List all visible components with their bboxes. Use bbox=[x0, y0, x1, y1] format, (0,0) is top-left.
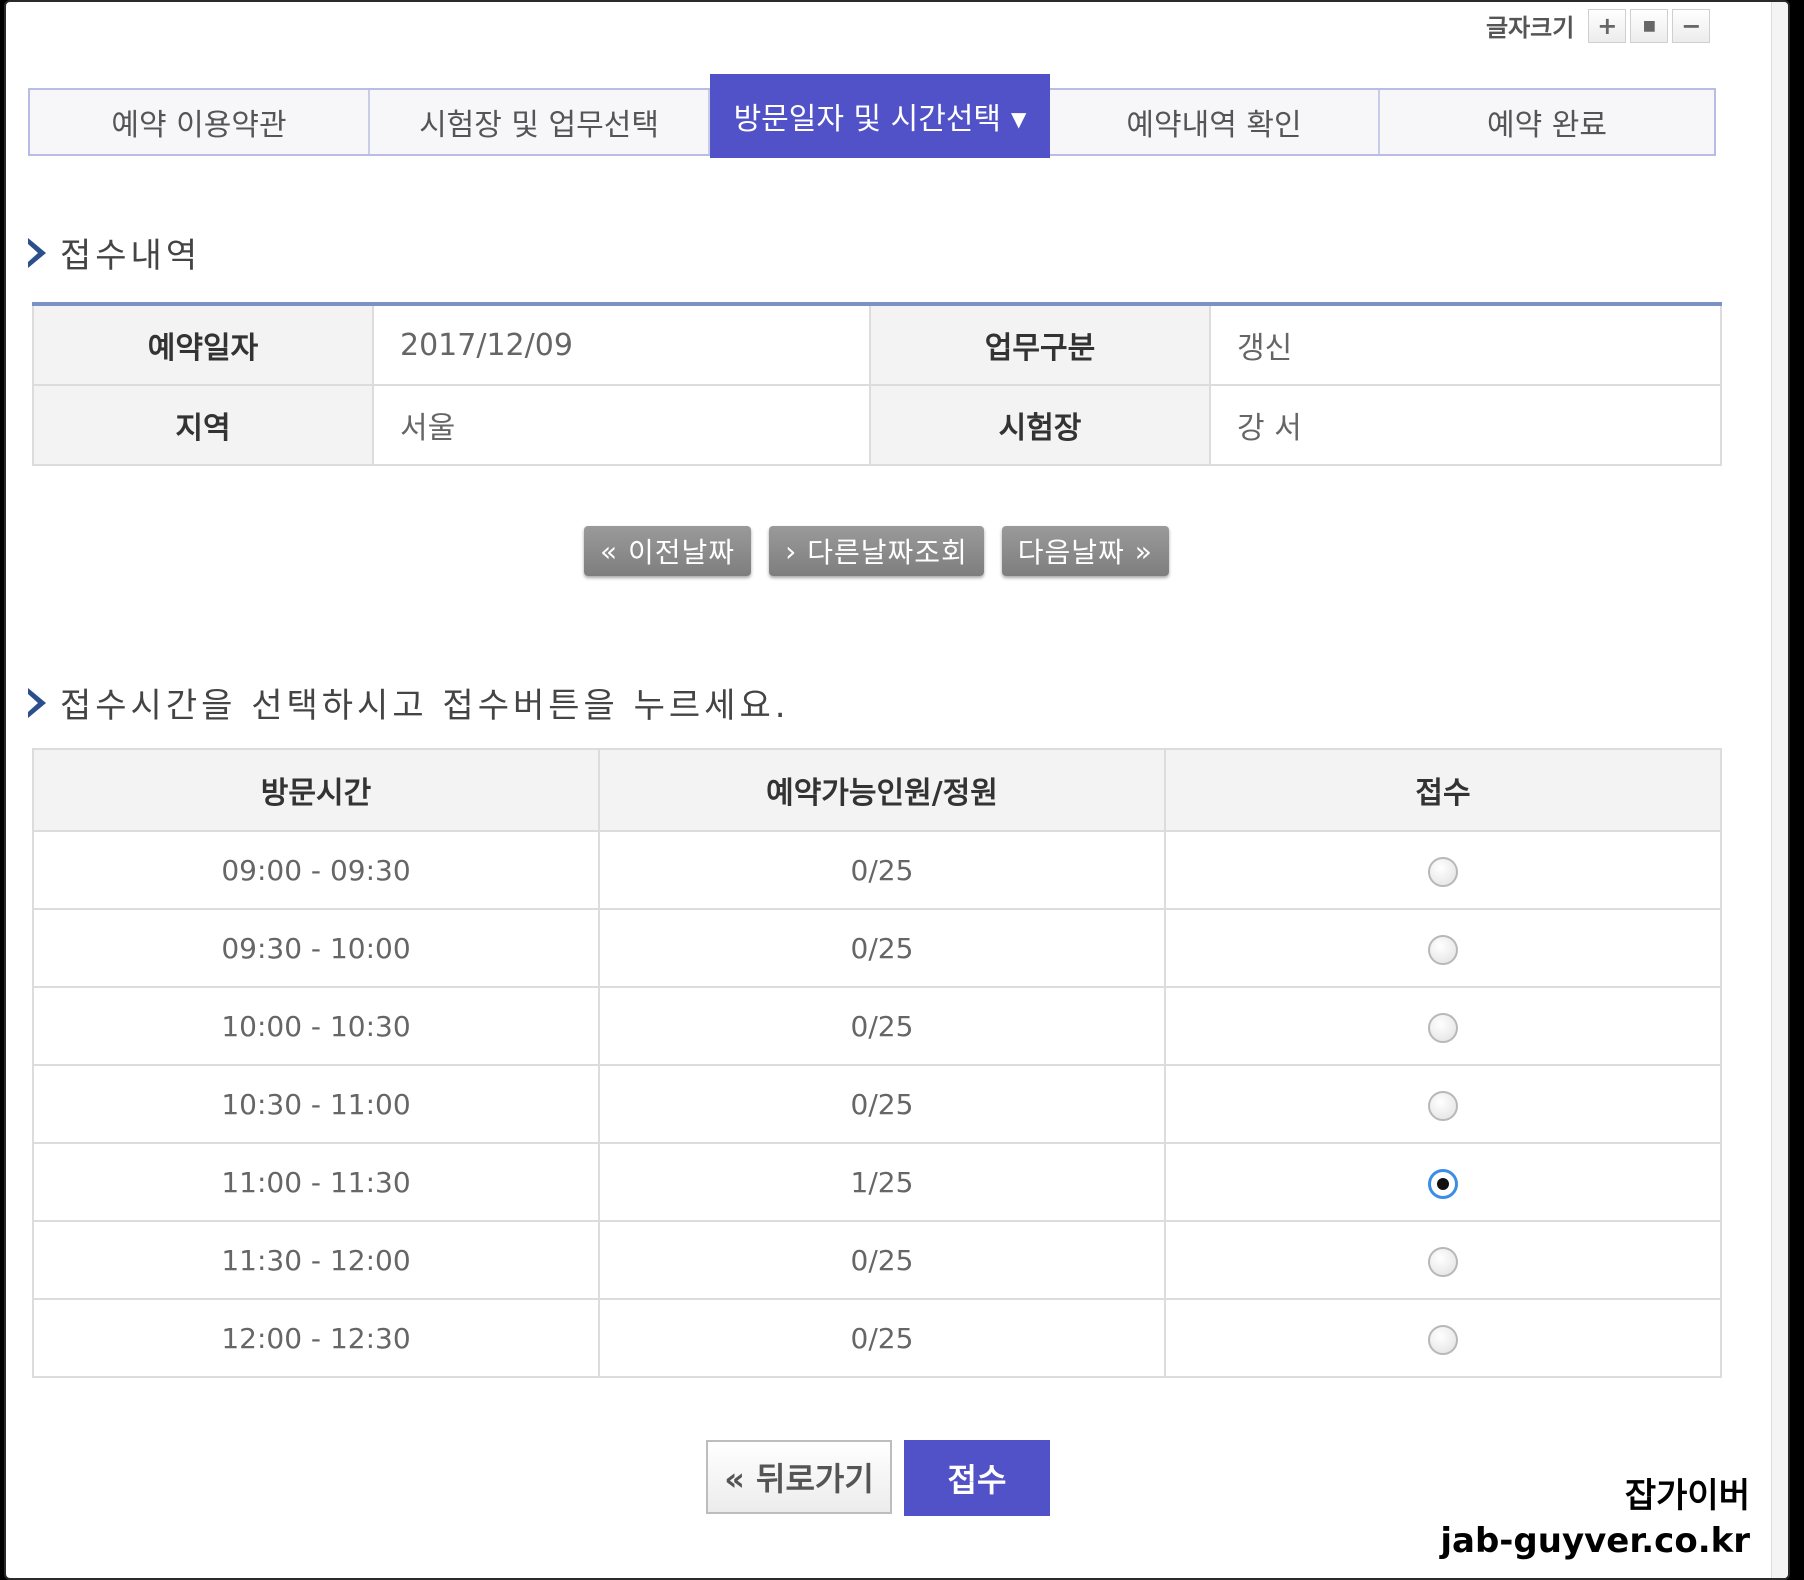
reservation-date-header: 예약일자 bbox=[32, 303, 374, 386]
receipt-table: 예약일자 2017/12/09 업무구분 갱신 지역 서울 시험장 강 서 bbox=[32, 302, 1722, 466]
prev-date-button[interactable]: « 이전날짜 bbox=[584, 526, 752, 576]
submit-button[interactable]: 접수 bbox=[904, 1440, 1050, 1516]
table-row: 예약일자 2017/12/09 업무구분 갱신 bbox=[32, 303, 1722, 386]
other-date-button[interactable]: › 다른날짜조회 bbox=[769, 526, 984, 576]
select-cell bbox=[1164, 1142, 1722, 1222]
receipt-section-title: 접수내역 bbox=[28, 228, 201, 277]
arrow-bullet-icon bbox=[28, 237, 46, 268]
step-label: 예약내역 확인 bbox=[1126, 108, 1302, 143]
time-header: 방문시간 bbox=[32, 748, 600, 832]
time-slot-radio[interactable] bbox=[1428, 1012, 1458, 1043]
watermark-url: jab-guyver.co.kr bbox=[1440, 1521, 1750, 1561]
back-button[interactable]: « 뒤로가기 bbox=[706, 1440, 892, 1514]
time-slot-radio-selected[interactable] bbox=[1428, 1168, 1458, 1199]
select-cell bbox=[1164, 908, 1722, 988]
region-value: 서울 bbox=[372, 384, 871, 466]
table-header-row: 방문시간 예약가능인원/정원 접수 bbox=[32, 748, 1722, 832]
step-site-select: 시험장 및 업무선택 bbox=[370, 90, 710, 154]
button-label: 다른날짜조회 bbox=[807, 536, 968, 569]
step-tabs: 예약 이용약관 시험장 및 업무선택 방문일자 및 시간선택 ▼ 예약내역 확인 … bbox=[28, 74, 1716, 158]
step-label: 시험장 및 업무선택 bbox=[419, 108, 659, 143]
table-row: 12:00 - 12:30 0/25 bbox=[32, 1298, 1722, 1378]
table-row: 11:30 - 12:00 0/25 bbox=[32, 1220, 1722, 1300]
capacity-cell: 0/25 bbox=[598, 1298, 1166, 1378]
select-cell bbox=[1164, 1298, 1722, 1378]
step-date-time: 방문일자 및 시간선택 ▼ bbox=[710, 74, 1050, 158]
instruction-text: 접수시간을 선택하시고 접수버튼을 누르세요. bbox=[60, 686, 790, 726]
capacity-cell: 0/25 bbox=[598, 986, 1166, 1066]
test-site-header: 시험장 bbox=[869, 384, 1211, 466]
test-site-value: 강 서 bbox=[1209, 384, 1722, 466]
region-header: 지역 bbox=[32, 384, 374, 466]
select-cell bbox=[1164, 986, 1722, 1066]
time-slot-radio[interactable] bbox=[1428, 1090, 1458, 1121]
capacity-cell: 0/25 bbox=[598, 1220, 1166, 1300]
step-label: 예약 완료 bbox=[1487, 108, 1607, 143]
section-title-text: 접수내역 bbox=[60, 236, 202, 276]
time-cell: 09:30 - 10:00 bbox=[32, 908, 600, 988]
capacity-cell: 0/25 bbox=[598, 830, 1166, 910]
font-increase-button[interactable]: + bbox=[1588, 8, 1627, 43]
step-label: 예약 이용약관 bbox=[111, 108, 287, 143]
table-row: 11:00 - 11:30 1/25 bbox=[32, 1142, 1722, 1222]
select-header: 접수 bbox=[1164, 748, 1722, 832]
instruction-title: 접수시간을 선택하시고 접수버튼을 누르세요. bbox=[28, 678, 790, 727]
time-slot-radio[interactable] bbox=[1428, 1246, 1458, 1277]
capacity-cell: 0/25 bbox=[598, 908, 1166, 988]
time-cell: 09:00 - 09:30 bbox=[32, 830, 600, 910]
browser-frame: 글자크기 + ■ − 예약 이용약관 시험장 및 업무선택 방문일자 및 시간선… bbox=[4, 0, 1790, 1580]
task-type-value: 갱신 bbox=[1209, 303, 1722, 386]
time-cell: 10:00 - 10:30 bbox=[32, 986, 600, 1066]
table-row: 지역 서울 시험장 강 서 bbox=[32, 384, 1722, 466]
table-row: 09:00 - 09:30 0/25 bbox=[32, 830, 1722, 910]
chevron-right-icon: › bbox=[785, 534, 808, 568]
chevron-down-icon: ▼ bbox=[1011, 107, 1027, 131]
time-slot-table: 방문시간 예약가능인원/정원 접수 09:00 - 09:30 0/25 09:… bbox=[32, 748, 1722, 1378]
scrollbar[interactable] bbox=[1771, 2, 1788, 1578]
table-row: 09:30 - 10:00 0/25 bbox=[32, 908, 1722, 988]
table-row: 10:00 - 10:30 0/25 bbox=[32, 986, 1722, 1066]
arrow-bullet-icon bbox=[28, 687, 46, 718]
font-reset-button[interactable]: ■ bbox=[1630, 8, 1669, 43]
date-navigation: « 이전날짜 › 다른날짜조회 다음날짜 » bbox=[584, 526, 1169, 576]
font-size-label: 글자크기 bbox=[1486, 14, 1575, 42]
time-cell: 11:30 - 12:00 bbox=[32, 1220, 600, 1300]
select-cell bbox=[1164, 1220, 1722, 1300]
step-terms: 예약 이용약관 bbox=[30, 90, 370, 154]
button-label: 이전날짜 bbox=[628, 536, 736, 569]
reservation-date-value: 2017/12/09 bbox=[372, 303, 871, 386]
watermark-name: 잡가이버 bbox=[1624, 1476, 1750, 1516]
select-cell bbox=[1164, 1064, 1722, 1144]
time-cell: 11:00 - 11:30 bbox=[32, 1142, 600, 1222]
step-confirm: 예약내역 확인 bbox=[1050, 90, 1380, 154]
time-slot-radio[interactable] bbox=[1428, 934, 1458, 965]
double-chevron-right-icon: » bbox=[1124, 534, 1153, 568]
capacity-cell: 1/25 bbox=[598, 1142, 1166, 1222]
task-type-header: 업무구분 bbox=[869, 303, 1211, 386]
time-slot-radio[interactable] bbox=[1428, 856, 1458, 887]
capacity-header: 예약가능인원/정원 bbox=[598, 748, 1166, 832]
time-cell: 12:00 - 12:30 bbox=[32, 1298, 600, 1378]
button-label: 다음날짜 bbox=[1017, 536, 1125, 569]
next-date-button[interactable]: 다음날짜 » bbox=[1001, 526, 1169, 576]
time-cell: 10:30 - 11:00 bbox=[32, 1064, 600, 1144]
table-row: 10:30 - 11:00 0/25 bbox=[32, 1064, 1722, 1144]
step-label: 방문일자 및 시간선택 bbox=[733, 102, 1002, 137]
capacity-cell: 0/25 bbox=[598, 1064, 1166, 1144]
font-size-control: 글자크기 + ■ − bbox=[1486, 8, 1711, 43]
watermark: 잡가이버 jab-guyver.co.kr bbox=[1440, 1468, 1750, 1561]
time-slot-radio[interactable] bbox=[1428, 1324, 1458, 1355]
select-cell bbox=[1164, 830, 1722, 910]
font-decrease-button[interactable]: − bbox=[1672, 8, 1711, 43]
double-chevron-left-icon: « bbox=[600, 534, 629, 568]
step-complete: 예약 완료 bbox=[1380, 90, 1714, 154]
